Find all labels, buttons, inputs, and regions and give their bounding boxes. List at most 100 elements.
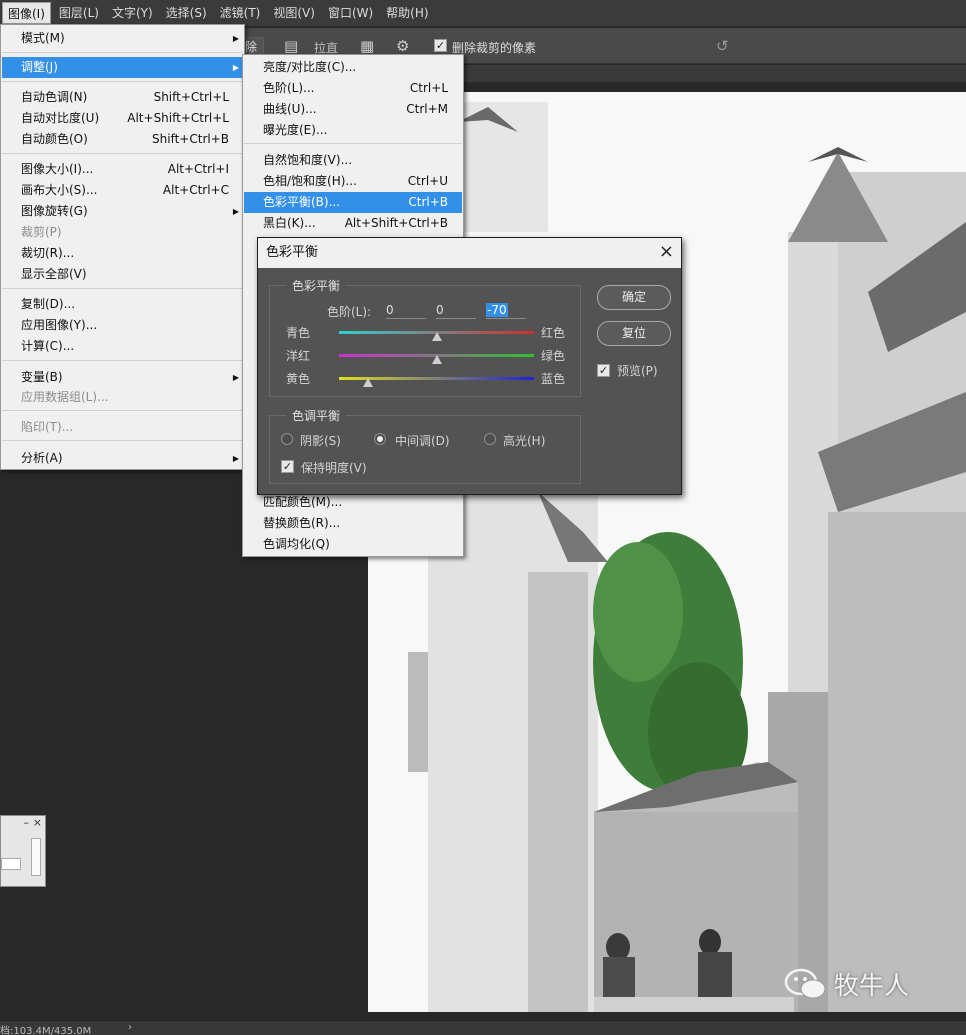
image-menu-item[interactable]: 分析(A) ▶ (2, 448, 243, 469)
shadows-radio[interactable] (281, 433, 293, 445)
adjust-menu-item[interactable]: 黑白(K)... Alt+Shift+Ctrl+B (244, 213, 462, 234)
slider-thumb[interactable] (431, 332, 442, 341)
highlights-radio[interactable] (484, 433, 496, 445)
menu-item-label: 图像大小(I)... (21, 162, 94, 176)
image-menu-item[interactable]: 复制(D)... (2, 294, 243, 315)
level-cyan-red[interactable]: 0 (386, 302, 426, 319)
menu-item-shortcut: Alt+Shift+Ctrl+L (127, 111, 229, 125)
preview-checkbox[interactable]: ✓ (597, 364, 610, 377)
preserve-luminosity-checkbox[interactable]: ✓ (281, 460, 294, 473)
grid-overlay-icon[interactable]: ▦ (360, 37, 374, 55)
adjust-menu-item[interactable]: 亮度/对比度(C)... (244, 57, 462, 78)
mini-panel-scrollbar[interactable] (31, 838, 41, 876)
submenu-arrow-icon: ▶ (232, 454, 239, 463)
menu-item-shortcut: Alt+Shift+Ctrl+B (344, 216, 448, 230)
slider-left-label: 黄色 (286, 372, 311, 386)
menu-separator (2, 440, 243, 441)
menu-item-label: 色阶(L)... (263, 81, 315, 95)
menu-window[interactable]: 窗口(W) (323, 2, 378, 24)
menu-item-label: 应用数据组(L)... (21, 390, 109, 404)
mini-panel-field[interactable] (1, 858, 21, 870)
menu-separator (2, 153, 243, 154)
image-menu-item[interactable]: 自动色调(N) Shift+Ctrl+L (2, 87, 243, 108)
slider-thumb[interactable] (363, 378, 374, 387)
highlights-label[interactable]: 高光(H) (503, 432, 545, 449)
group-title: 色彩平衡 (286, 277, 347, 294)
midtones-radio[interactable] (374, 433, 386, 445)
menu-item-label: 替换颜色(R)... (263, 516, 341, 530)
menu-item-shortcut: Alt+Ctrl+C (162, 183, 229, 197)
close-icon[interactable]: × (659, 238, 674, 266)
image-menu-item[interactable]: 调整(J) ▶ (2, 57, 243, 78)
adjust-menu-item[interactable]: 曲线(U)... Ctrl+M (244, 99, 462, 120)
image-menu-item[interactable]: 裁切(R)... (2, 243, 243, 264)
image-menu-item[interactable]: 模式(M) ▶ (2, 28, 243, 49)
menu-filter[interactable]: 滤镜(T) (215, 2, 266, 24)
submenu-arrow-icon: ▶ (232, 34, 239, 43)
menu-item-label: 显示全部(V) (21, 267, 87, 281)
menu-item-shortcut: Alt+Ctrl+I (167, 162, 229, 176)
submenu-arrow-icon: ▶ (232, 373, 239, 382)
menu-item-label: 色相/饱和度(H)... (263, 174, 357, 188)
image-menu-item[interactable]: 计算(C)... (2, 336, 243, 357)
straighten-icon[interactable]: ▤ (284, 37, 298, 55)
preserve-luminosity-label: 保持明度(V) (301, 461, 367, 475)
adjust-menu-item[interactable]: 曝光度(E)... (244, 120, 462, 141)
adjust-menu-item[interactable]: 色相/饱和度(H)... Ctrl+U (244, 171, 462, 192)
reset-button[interactable]: 复位 (597, 321, 671, 346)
menu-item-label: 曲线(U)... (263, 102, 317, 116)
delete-cropped-checkbox[interactable]: ✓ (434, 39, 447, 52)
adjust-menu-item[interactable]: 匹配颜色(M)... (244, 492, 462, 513)
adjust-menu-item[interactable]: 色调均化(Q) (244, 534, 462, 555)
watermark: 牧牛人 (784, 966, 909, 1002)
adjust-menu-item[interactable]: 色阶(L)... Ctrl+L (244, 78, 462, 99)
image-menu-item[interactable]: 变量(B) ▶ (2, 367, 243, 388)
ok-button[interactable]: 确定 (597, 285, 671, 310)
adjust-menu-item[interactable]: 色彩平衡(B)... Ctrl+B (244, 192, 462, 213)
slider-left-label: 青色 (286, 326, 311, 340)
shadows-label[interactable]: 阴影(S) (300, 432, 341, 449)
menu-layer[interactable]: 图层(L) (54, 2, 104, 24)
image-menu-item[interactable]: 应用图像(Y)... (2, 315, 243, 336)
level-magenta-green[interactable]: 0 (436, 302, 476, 319)
image-menu-item[interactable]: 图像旋转(G) ▶ (2, 201, 243, 222)
status-arrow-icon[interactable]: › (128, 1022, 132, 1033)
wechat-icon (784, 968, 826, 999)
menu-item-label: 图像旋转(G) (21, 204, 88, 218)
mini-panel[interactable]: – × (0, 815, 46, 887)
image-menu-item[interactable]: 画布大小(S)... Alt+Ctrl+C (2, 180, 243, 201)
adjust-menu-item[interactable]: 替换颜色(R)... (244, 513, 462, 534)
slider-left-label: 洋红 (286, 349, 311, 363)
menu-type[interactable]: 文字(Y) (107, 2, 158, 24)
level-yellow-blue[interactable]: -70 (486, 302, 526, 319)
image-menu-item[interactable]: 自动对比度(U) Alt+Shift+Ctrl+L (2, 108, 243, 129)
image-menu-item[interactable]: 自动颜色(O) Shift+Ctrl+B (2, 129, 243, 150)
slider-thumb[interactable] (431, 355, 442, 364)
menu-item-shortcut: Shift+Ctrl+B (152, 132, 229, 146)
slider-right-label: 蓝色 (541, 372, 566, 386)
adjust-menu-item[interactable]: 自然饱和度(V)... (244, 150, 462, 171)
menu-separator (2, 52, 243, 53)
menu-item-label: 画布大小(S)... (21, 183, 98, 197)
delete-cropped-label: 删除裁剪的像素 (452, 41, 537, 55)
menu-item-label: 分析(A) (21, 451, 63, 465)
menu-separator (244, 143, 462, 144)
close-icon[interactable]: × (33, 816, 42, 829)
image-menu-item[interactable]: 图像大小(I)... Alt+Ctrl+I (2, 159, 243, 180)
reset-icon[interactable]: ↺ (716, 37, 729, 55)
gear-icon[interactable]: ⚙ (396, 37, 409, 55)
menu-item-label: 模式(M) (21, 31, 65, 45)
image-menu-item[interactable]: 显示全部(V) (2, 264, 243, 285)
menu-item-label: 自动颜色(O) (21, 132, 88, 146)
menu-separator (2, 81, 243, 82)
midtones-label[interactable]: 中间调(D) (395, 432, 450, 449)
collapse-icon[interactable]: – (24, 816, 30, 829)
menu-help[interactable]: 帮助(H) (381, 2, 433, 24)
menu-view[interactable]: 视图(V) (268, 2, 320, 24)
menu-item-label: 陷印(T)... (21, 420, 74, 434)
image-menu-item: 应用数据组(L)... (2, 387, 243, 408)
watermark-text: 牧牛人 (834, 971, 910, 1000)
menu-image[interactable]: 图像(I) (2, 2, 51, 24)
dialog-title: 色彩平衡 (258, 238, 681, 268)
menu-select[interactable]: 选择(S) (161, 2, 212, 24)
